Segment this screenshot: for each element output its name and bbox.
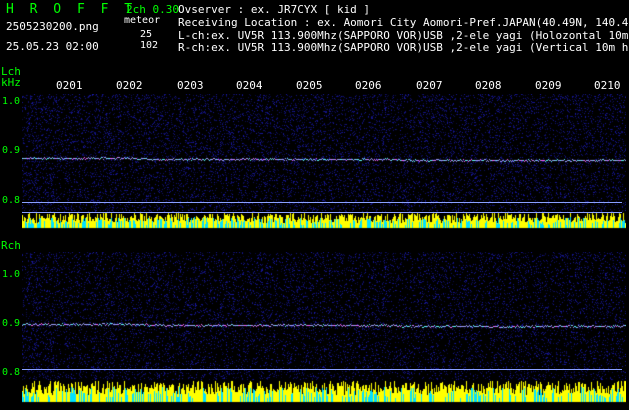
time-tick: 0204: [236, 79, 263, 92]
lch-info-line: L-ch:ex. UV5R 113.900Mhz(SAPPORO VOR)USB…: [178, 29, 629, 42]
mode-label: 2ch 0.30: [126, 3, 179, 16]
lch-baseline: [22, 212, 622, 213]
rch-baseline: [22, 369, 622, 370]
app-title: H R O F F T: [6, 2, 137, 17]
meteor-count-label: meteor: [124, 15, 161, 26]
time-tick: 0201: [56, 79, 83, 92]
location-line: Receiving Location : ex. Aomori City Aom…: [178, 16, 629, 29]
time-tick: 0208: [475, 79, 502, 92]
time-tick: 0207: [416, 79, 443, 92]
lch-y-label-0-9: 0.9: [2, 145, 21, 156]
filename-label: 2505230200.png: [6, 20, 99, 33]
time-tick: 0202: [116, 79, 143, 92]
rch-meteor-count: 102: [140, 40, 159, 51]
rch-label: Rch: [1, 239, 21, 252]
lch-reference-line: [22, 202, 622, 203]
lch-spectrogram: [22, 94, 626, 229]
rch-y-label-0-9: 0.9: [2, 318, 21, 329]
time-tick: 0205: [296, 79, 323, 92]
lch-y-label-0-8: 0.8: [2, 195, 21, 206]
time-tick: 0203: [177, 79, 204, 92]
rch-spectrogram: [22, 252, 626, 404]
time-tick: 0210: [594, 79, 621, 92]
lch-unit-label: kHz: [1, 76, 21, 89]
rch-info-line: R-ch:ex. UV5R 113.900Mhz(SAPPORO VOR)USB…: [178, 41, 629, 54]
rch-y-label-0-8: 0.8: [2, 367, 21, 378]
observer-line: Ovserver : ex. JR7CYX [ kid ]: [178, 3, 371, 16]
lch-y-label-1-0: 1.0: [2, 96, 21, 107]
lch-meteor-count: 25: [140, 29, 153, 40]
datetime-label: 25.05.23 02:00: [6, 40, 99, 53]
rch-y-label-1-0: 1.0: [2, 269, 21, 280]
hroft-display: H R O F F T 2ch 0.30 2505230200.png mete…: [0, 0, 629, 410]
time-tick: 0209: [535, 79, 562, 92]
time-tick: 0206: [355, 79, 382, 92]
